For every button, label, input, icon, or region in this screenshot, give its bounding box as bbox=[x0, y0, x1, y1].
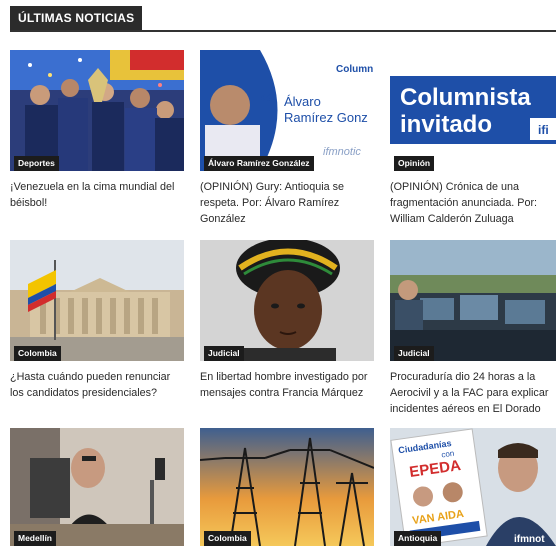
category-badge[interactable]: Colombia bbox=[14, 346, 61, 361]
council-meeting-image bbox=[10, 428, 184, 546]
category-badge[interactable]: Antioquia bbox=[394, 531, 442, 546]
article-title[interactable]: En libertad hombre investigado por mensa… bbox=[200, 369, 374, 401]
article-card[interactable]: Colombia bbox=[200, 428, 374, 546]
section-title: ÚLTIMAS NOTICIAS bbox=[10, 6, 143, 30]
article-thumbnail[interactable]: Medellín bbox=[10, 428, 184, 546]
section-header: ÚLTIMAS NOTICIAS bbox=[10, 0, 556, 32]
article-title[interactable]: (OPINIÓN) Crónica de una fragmentación a… bbox=[390, 179, 556, 227]
article-card[interactable]: Columnista invitado ifi Opinión (OPINIÓN… bbox=[390, 50, 556, 227]
article-card[interactable]: Judicial En libertad hombre investigado … bbox=[200, 240, 374, 401]
article-title[interactable]: ¡Venezuela en la cima mundial del béisbo… bbox=[10, 179, 184, 211]
category-badge[interactable]: Álvaro Ramírez González bbox=[204, 156, 314, 171]
power-towers-image bbox=[200, 428, 374, 546]
baseball-celebration-image bbox=[10, 50, 184, 171]
category-badge[interactable]: Judicial bbox=[394, 346, 434, 361]
article-thumbnail[interactable]: Ciudadanías con EPEDA VAN AIDA ifmnot An… bbox=[390, 428, 556, 546]
article-card[interactable]: Colombia ¿Hasta cuándo pueden renunciar … bbox=[10, 240, 184, 401]
image-line1: Columnista bbox=[400, 84, 531, 111]
article-thumbnail[interactable]: Deportes bbox=[10, 50, 184, 171]
image-logo: ifmnot bbox=[514, 534, 545, 545]
image-name-1: Álvaro bbox=[284, 94, 321, 109]
category-badge[interactable]: Deportes bbox=[14, 156, 59, 171]
article-thumbnail[interactable]: Judicial bbox=[200, 240, 374, 361]
article-thumbnail[interactable]: Columnista invitado ifi Opinión bbox=[390, 50, 556, 171]
article-thumbnail[interactable]: Judicial bbox=[390, 240, 556, 361]
category-badge[interactable]: Opinión bbox=[394, 156, 435, 171]
article-card[interactable]: Ciudadanías con EPEDA VAN AIDA ifmnot An… bbox=[390, 428, 556, 546]
image-line2: invitado bbox=[400, 111, 492, 138]
article-thumbnail[interactable]: “ Column Álvaro Ramírez Gonz ifmnotic Ál… bbox=[200, 50, 374, 171]
campaign-poster-image: Ciudadanías con EPEDA VAN AIDA ifmnot bbox=[390, 428, 556, 546]
image-logo: ifi bbox=[538, 123, 549, 137]
article-thumbnail[interactable]: Colombia bbox=[10, 240, 184, 361]
article-title[interactable]: Procuraduría dio 24 horas a la Aerocivil… bbox=[390, 369, 556, 417]
article-card[interactable]: Medellín bbox=[10, 428, 184, 546]
category-badge[interactable]: Judicial bbox=[204, 346, 244, 361]
control-tower-image bbox=[390, 240, 556, 361]
image-logo: ifmnotic bbox=[323, 146, 361, 158]
image-column-text: Column bbox=[336, 64, 373, 75]
article-thumbnail[interactable]: Colombia bbox=[200, 428, 374, 546]
category-badge[interactable]: Medellín bbox=[14, 531, 57, 546]
article-card[interactable]: “ Column Álvaro Ramírez Gonz ifmnotic Ál… bbox=[200, 50, 374, 227]
portrait-woman-image bbox=[200, 240, 374, 361]
columnist-portrait-image: “ Column Álvaro Ramírez Gonz ifmnotic bbox=[200, 50, 374, 171]
article-card[interactable]: Judicial Procuraduría dio 24 horas a la … bbox=[390, 240, 556, 417]
category-badge[interactable]: Colombia bbox=[204, 531, 251, 546]
article-card[interactable]: Deportes ¡Venezuela en la cima mundial d… bbox=[10, 50, 184, 211]
article-title[interactable]: ¿Hasta cuándo pueden renunciar los candi… bbox=[10, 369, 184, 401]
guest-columnist-image: Columnista invitado ifi bbox=[390, 50, 556, 171]
article-title[interactable]: (OPINIÓN) Gury: Antioquia se respeta. Po… bbox=[200, 179, 374, 227]
capitol-building-image bbox=[10, 240, 184, 361]
svg-text:“: “ bbox=[260, 89, 272, 118]
image-name-2: Ramírez Gonz bbox=[284, 110, 368, 125]
